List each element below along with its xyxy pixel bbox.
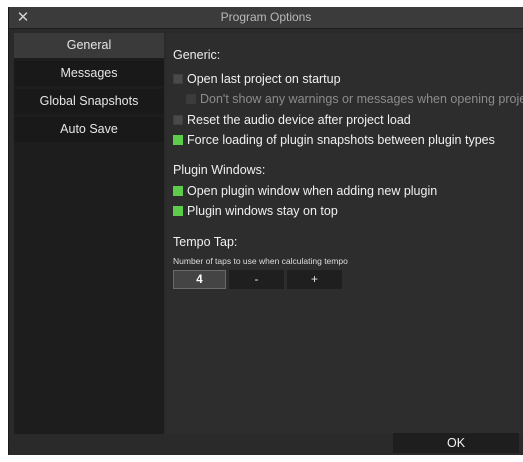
taps-decrement-button[interactable]: -	[229, 270, 284, 289]
suppress-warnings-option[interactable]: Don't show any warnings or messages when…	[186, 91, 523, 107]
reset-audio-device-checkbox[interactable]	[173, 115, 183, 125]
force-snapshots-option[interactable]: Force loading of plugin snapshots betwee…	[173, 132, 495, 148]
force-snapshots-checkbox[interactable]	[173, 135, 183, 145]
sidebar-item-general[interactable]: General	[14, 33, 164, 58]
suppress-warnings-label: Don't show any warnings or messages when…	[200, 92, 523, 106]
general-options-panel: Generic: Open last project on startup Do…	[166, 33, 523, 434]
open-plugin-window-option[interactable]: Open plugin window when adding new plugi…	[173, 183, 437, 199]
open-last-project-checkbox[interactable]	[173, 74, 183, 84]
window-title: Program Options	[220, 10, 312, 24]
options-sidebar: General Messages Global Snapshots Auto S…	[14, 33, 164, 434]
taps-count-label: Number of taps to use when calculating t…	[173, 256, 348, 266]
force-snapshots-label: Force loading of plugin snapshots betwee…	[187, 133, 495, 147]
plugin-stay-on-top-option[interactable]: Plugin windows stay on top	[173, 203, 338, 219]
open-plugin-window-label: Open plugin window when adding new plugi…	[187, 184, 438, 198]
plugin-stay-on-top-label: Plugin windows stay on top	[187, 204, 338, 218]
taps-increment-button[interactable]: +	[287, 270, 342, 289]
open-last-project-label: Open last project on startup	[187, 72, 341, 86]
ok-button[interactable]: OK	[393, 433, 519, 453]
reset-audio-device-option[interactable]: Reset the audio device after project loa…	[173, 112, 411, 128]
sidebar-item-global-snapshots[interactable]: Global Snapshots	[14, 89, 164, 114]
tempo-tap-section-title: Tempo Tap:	[173, 235, 238, 249]
suppress-warnings-checkbox[interactable]	[186, 94, 196, 104]
open-last-project-option[interactable]: Open last project on startup	[173, 71, 341, 87]
plugin-stay-on-top-checkbox[interactable]	[173, 206, 183, 216]
title-bar: ✕ Program Options	[9, 7, 523, 29]
reset-audio-device-label: Reset the audio device after project loa…	[187, 113, 411, 127]
generic-section-title: Generic:	[173, 48, 221, 62]
sidebar-item-auto-save[interactable]: Auto Save	[14, 117, 164, 142]
open-plugin-window-checkbox[interactable]	[173, 186, 183, 196]
taps-stepper: 4 - +	[173, 270, 342, 289]
sidebar-item-messages[interactable]: Messages	[14, 61, 164, 86]
plugin-windows-section-title: Plugin Windows:	[173, 163, 266, 177]
taps-value-field[interactable]: 4	[173, 270, 226, 289]
program-options-window: ✕ Program Options General Messages Globa…	[8, 7, 523, 455]
